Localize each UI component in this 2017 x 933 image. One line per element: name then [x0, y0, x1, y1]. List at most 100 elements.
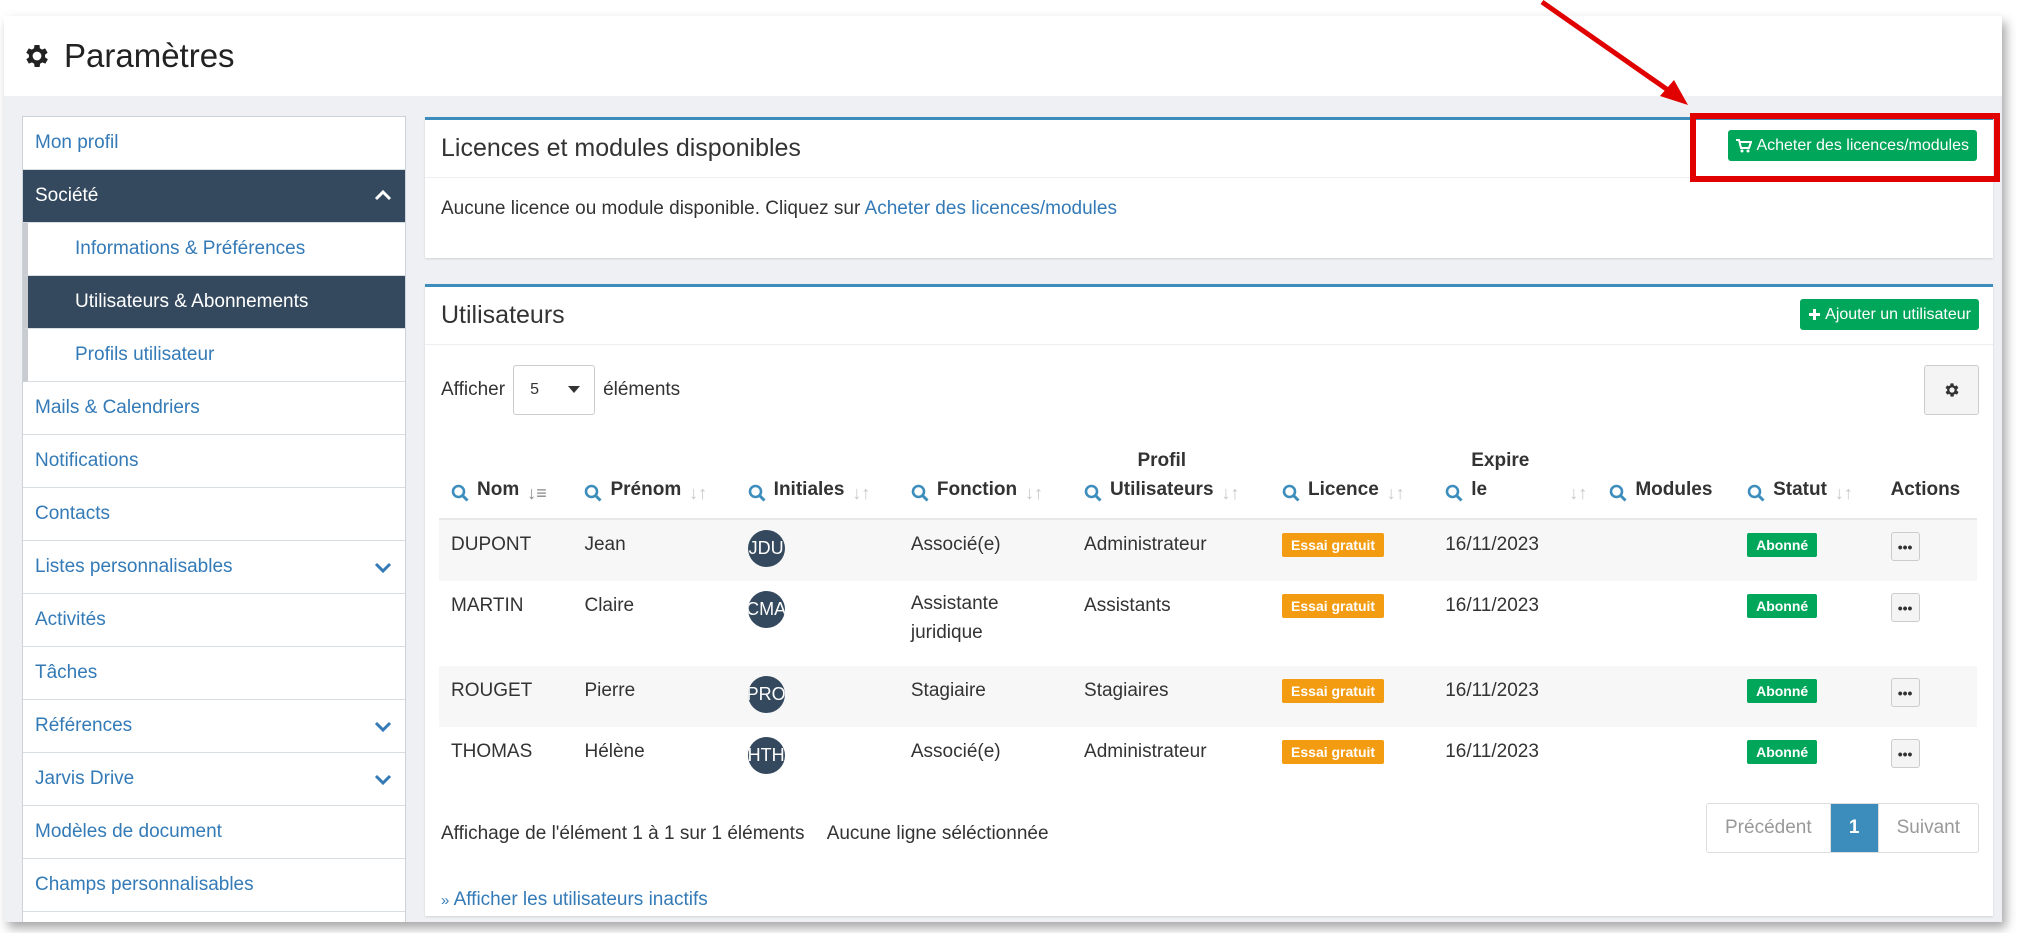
table-info: Affichage de l'élément 1 à 1 sur 1 éléme…: [441, 823, 1067, 845]
col-profil[interactable]: Profil Utilisateurs ↓↑: [1072, 437, 1271, 520]
sidebar-item-references[interactable]: Références: [23, 700, 405, 753]
col-label: Fonction: [936, 479, 1018, 500]
add-user-button[interactable]: Ajouter un utilisateur: [1800, 299, 1979, 330]
col-nom[interactable]: Nom ↓≡: [439, 437, 573, 520]
cell-fonction: Stagiaire: [910, 680, 986, 701]
row-actions-button[interactable]: •••: [1890, 532, 1920, 561]
status-badge: Abonné: [1747, 679, 1818, 703]
table-settings-button[interactable]: [1924, 365, 1979, 415]
show-label: Afficher: [441, 379, 506, 400]
cell-initiales: JDU: [736, 519, 899, 581]
cell-prenom: Jean: [584, 534, 626, 555]
gear-icon: [26, 45, 48, 67]
sidebar-item-notifications[interactable]: Notifications: [23, 435, 405, 488]
next-page-button[interactable]: Suivant: [1879, 804, 1978, 852]
col-modules[interactable]: Modules: [1597, 437, 1736, 520]
sort-icon[interactable]: ↓↑: [1569, 483, 1587, 504]
sidebar-item-informations[interactable]: Informations & Préférences: [23, 223, 405, 276]
col-fonction[interactable]: Fonction ↓↑: [898, 437, 1073, 520]
cell-profil: Stagiaires: [1084, 680, 1169, 701]
col-label: Licence: [1308, 479, 1379, 500]
search-icon[interactable]: [584, 484, 603, 502]
licence-badge: Essai gratuit: [1282, 740, 1385, 764]
col-statut[interactable]: Statut ↓↑: [1735, 437, 1879, 520]
cell-profil: Administrateur: [1084, 534, 1207, 555]
sidebar-item-label: Société: [35, 185, 99, 206]
col-expire[interactable]: Expire le ↓↑: [1433, 437, 1598, 520]
search-icon[interactable]: [1609, 484, 1627, 502]
col-label: Prénom: [610, 479, 682, 500]
search-icon[interactable]: [911, 484, 929, 502]
sort-icon[interactable]: ↓↑: [1222, 483, 1240, 504]
sort-icon[interactable]: ↓↑: [1025, 483, 1043, 504]
row-actions-button[interactable]: •••: [1890, 678, 1920, 707]
col-label: Profil Utilisateurs: [1110, 450, 1214, 500]
sidebar-item-mon-profil[interactable]: Mon profil: [23, 117, 405, 170]
cell-nom: ROUGET: [451, 680, 533, 701]
table-row[interactable]: MARTIN Claire CMA Assistante juridique A…: [439, 581, 1977, 666]
sidebar-item-taches[interactable]: Tâches: [23, 647, 405, 700]
page-size-select[interactable]: 5: [513, 365, 596, 415]
cell-licence: Essai gratuit: [1270, 519, 1433, 581]
sidebar-item-activites[interactable]: Activités: [23, 594, 405, 647]
cell-fonction: Associé(e): [910, 741, 1001, 762]
licenses-empty-text: Aucune licence ou module disponible. Cli…: [441, 198, 865, 219]
users-table: Nom ↓≡ Prénom ↓↑ Initiales ↓↑ Fonction ↓…: [439, 437, 1977, 789]
table-row[interactable]: DUPONT Jean JDU Associé(e) Administrateu…: [439, 519, 1977, 581]
cell-profil: Assistants: [1084, 595, 1171, 616]
table-row[interactable]: THOMAS Hélène HTH Associé(e) Administrat…: [439, 727, 1977, 789]
avatar: CMA: [747, 591, 785, 628]
highlight-box: [1690, 113, 2000, 182]
licenses-empty-message: Aucune licence ou module disponible. Cli…: [425, 178, 1993, 240]
search-icon[interactable]: [1747, 484, 1765, 502]
sidebar-item-jarvis-drive[interactable]: Jarvis Drive: [23, 753, 405, 806]
col-initiales[interactable]: Initiales ↓↑: [735, 437, 899, 520]
cell-fonction: Assistante juridique: [910, 593, 999, 643]
row-actions-button[interactable]: •••: [1890, 739, 1920, 768]
page-1-button[interactable]: 1: [1830, 804, 1879, 852]
cell-profil: Administrateur: [1084, 741, 1207, 762]
sidebar-item-modeles[interactable]: Modèles de document: [23, 806, 405, 859]
double-chevron-down-icon: »: [441, 892, 450, 909]
cell-modules: [1597, 581, 1735, 666]
search-icon[interactable]: [748, 484, 766, 502]
row-actions-button[interactable]: •••: [1890, 593, 1920, 622]
prev-page-button[interactable]: Précédent: [1707, 804, 1831, 852]
cell-statut: Abonné: [1735, 666, 1878, 727]
sort-icon[interactable]: ↓↑: [1387, 483, 1405, 504]
cell-nom: DUPONT: [451, 534, 532, 555]
sidebar-item-label: Références: [35, 715, 133, 736]
cell-actions: •••: [1879, 581, 1977, 666]
cell-statut: Abonné: [1735, 727, 1878, 789]
sort-asc-icon[interactable]: ↓≡: [527, 483, 547, 504]
inactive-link-label: Afficher les utilisateurs inactifs: [453, 889, 708, 910]
sidebar-item-mails[interactable]: Mails & Calendriers: [23, 382, 405, 435]
show-inactive-users-link[interactable]: » Afficher les utilisateurs inactifs: [441, 889, 708, 911]
buy-licenses-link[interactable]: Acheter des licences/modules: [865, 198, 1117, 219]
sidebar-item-listes[interactable]: Listes personnalisables: [23, 541, 405, 594]
search-icon[interactable]: [1084, 484, 1102, 502]
search-icon[interactable]: [1445, 484, 1463, 502]
status-badge: Abonné: [1747, 594, 1818, 618]
sort-icon[interactable]: ↓↑: [689, 483, 707, 504]
cell-actions: •••: [1879, 727, 1977, 789]
sidebar-item-utilisateurs[interactable]: Utilisateurs & Abonnements: [23, 276, 405, 329]
table-row[interactable]: ROUGET Pierre PRO Stagiaire Stagiaires E…: [439, 666, 1977, 727]
chevron-down-icon: [374, 774, 392, 786]
col-licence[interactable]: Licence ↓↑: [1270, 437, 1434, 520]
sidebar-item-profils[interactable]: Profils utilisateur: [23, 329, 405, 382]
sort-icon[interactable]: ↓↑: [1835, 483, 1853, 504]
chevron-down-icon: [374, 721, 392, 733]
sidebar-item-societe[interactable]: Société: [23, 170, 405, 223]
sidebar-item-champs[interactable]: Champs personnalisables: [23, 859, 405, 912]
cell-expire: 16/11/2023: [1445, 680, 1539, 701]
col-label: Initiales: [773, 479, 845, 500]
cell-initiales: PRO: [736, 666, 899, 727]
status-badge: Abonné: [1747, 740, 1818, 764]
sort-icon[interactable]: ↓↑: [852, 483, 870, 504]
cell-licence: Essai gratuit: [1270, 581, 1433, 666]
search-icon[interactable]: [1282, 484, 1300, 502]
sidebar-item-contacts[interactable]: Contacts: [23, 488, 405, 541]
search-icon[interactable]: [451, 484, 469, 502]
col-prenom[interactable]: Prénom ↓↑: [572, 437, 736, 520]
